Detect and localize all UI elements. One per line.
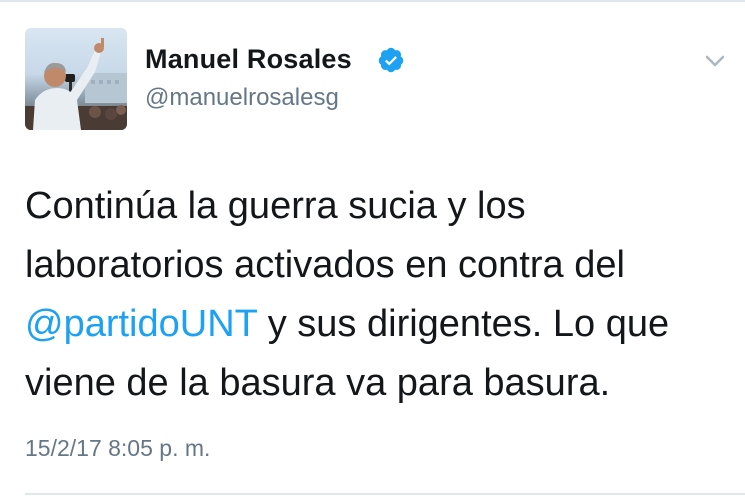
avatar[interactable] [25,28,127,130]
verified-badge-icon [378,47,404,73]
tweet-text-before: Continúa la guerra sucia y los laborator… [25,185,625,286]
avatar-photo [25,38,127,130]
author-handle[interactable]: @manuelrosalesg [145,84,339,112]
tweet-timestamp[interactable]: 15/2/17 8:05 p. m. [25,435,210,462]
chevron-down-icon[interactable] [702,50,728,72]
bottom-divider [25,493,745,495]
mention-link[interactable]: @partidoUNT [25,303,257,345]
author-name[interactable]: Manuel Rosales [145,44,352,75]
top-divider [0,0,745,2]
tweet-text: Continúa la guerra sucia y los laborator… [25,177,725,413]
